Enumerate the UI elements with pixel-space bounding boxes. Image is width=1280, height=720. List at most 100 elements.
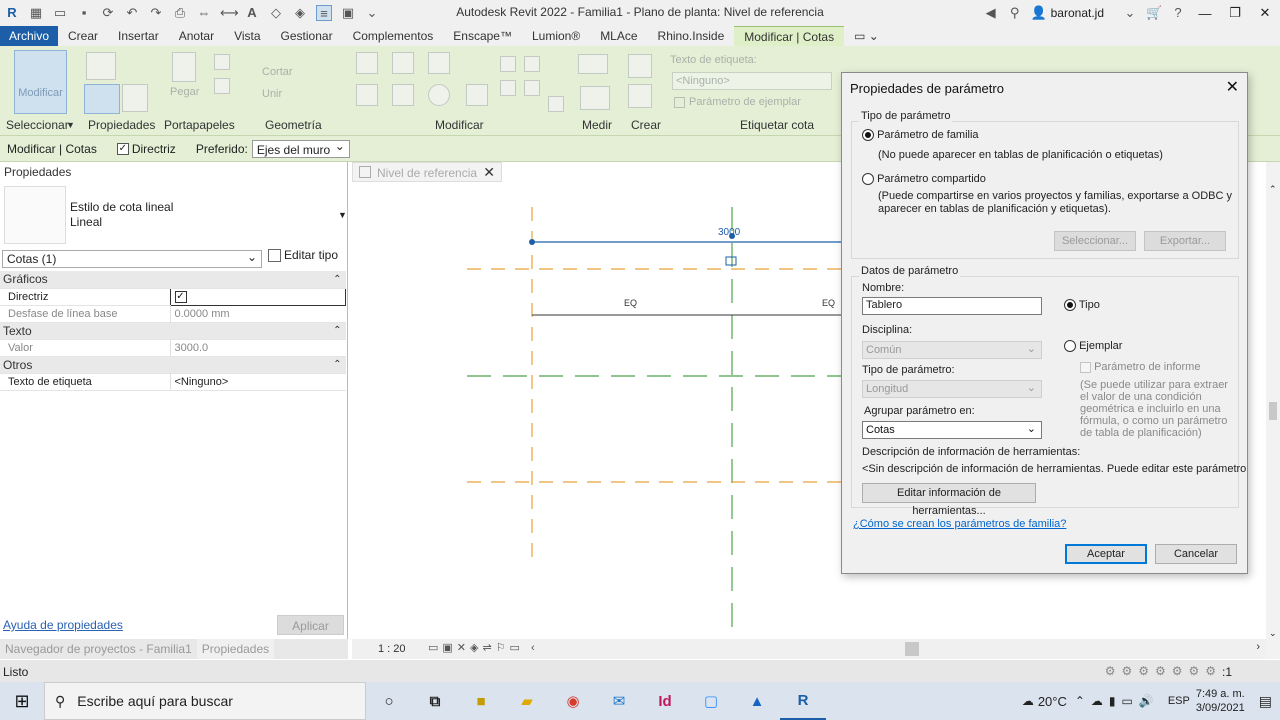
offset-icon[interactable] [392,52,414,74]
scroll-right-icon[interactable]: › [1256,641,1260,653]
preferred-select[interactable]: Ejes del muro [251,139,350,158]
join-label[interactable]: Unir [262,88,282,100]
collapse-icon[interactable]: ⌃ [170,271,346,289]
edit-tooltip-button[interactable]: Editar información de herramientas... [862,483,1036,517]
rotate-icon[interactable] [428,84,450,106]
view-controls-icons[interactable]: ▭▣✕◈⇌⚐▭ ‹ [428,641,539,654]
tab-enscape[interactable]: Enscape™ [443,26,522,46]
tab-gestionar[interactable]: Gestionar [271,26,343,46]
collapse-icon[interactable]: ⌃ [170,322,346,340]
indesign-icon[interactable]: Id [642,682,688,720]
clock[interactable]: 7:49 a. m. 3/09/2021 [1196,687,1245,715]
tab-mlace[interactable]: MLAce [590,26,647,46]
instance-radio[interactable]: Ejemplar [1064,340,1122,353]
checkbox-icon[interactable] [1080,361,1091,373]
cart-icon[interactable]: 🛒 [1146,5,1162,21]
apply-button[interactable]: Aplicar [277,615,344,635]
shared-parameter-radio[interactable]: Parámetro compartido [862,173,986,186]
collapse-icon[interactable]: ⌃ [170,356,346,374]
checkbox-checked-icon[interactable]: ✓ [174,291,187,303]
3d-view-icon[interactable]: ◇ [268,5,284,21]
type-properties-icon[interactable] [86,52,116,80]
align-icon[interactable] [356,52,378,74]
undo-icon[interactable]: ↶ [124,5,140,21]
temperature[interactable]: 20°C [1038,694,1067,709]
discipline-select[interactable]: Común ⌄ [862,341,1042,359]
group-parameter-select[interactable]: Cotas ⌄ [862,421,1042,439]
chrome-icon[interactable]: ◉ [550,682,596,720]
horizontal-scroll-thumb[interactable] [905,642,919,656]
modify-button[interactable]: Modificar [14,50,67,114]
tab-complementos[interactable]: Complementos [343,26,444,46]
paste-icon[interactable] [172,52,196,82]
create-group-icon[interactable] [628,84,652,108]
delete-icon[interactable] [548,96,564,112]
language[interactable]: ESP [1168,695,1190,707]
instance-parameter-checkbox[interactable]: Parámetro de ejemplar [674,96,801,108]
text-icon[interactable]: A [244,5,260,21]
ok-button[interactable]: Aceptar [1065,544,1147,564]
properties-icon[interactable] [84,84,120,114]
tab-archivo[interactable]: Archivo [0,26,59,46]
tray-icons[interactable]: ⌃☁▮▭🔊 [1075,694,1160,708]
leader-checkbox[interactable]: ✓ Directriz [116,142,176,156]
type-dropdown-icon[interactable]: ▼ [338,210,347,220]
tab-anotar[interactable]: Anotar [169,26,224,46]
print-icon[interactable]: ⎙ [172,5,188,21]
photos-icon[interactable]: ▲ [734,682,780,720]
revit-logo-icon[interactable]: R [4,5,20,21]
user-icon[interactable]: 👤 [1031,5,1047,21]
family-types-icon[interactable] [122,84,148,112]
radio-icon[interactable] [862,173,874,186]
measure-icon[interactable]: ⇔ [196,5,212,21]
leader-check-icon[interactable]: ✓ [116,143,129,156]
section-icon[interactable]: ◈ [292,5,308,21]
scroll-thumb[interactable] [1269,402,1277,420]
revit-taskbar-icon[interactable]: R [780,682,826,720]
weather-icon[interactable]: ☁ [1022,694,1034,708]
zoom-icon[interactable]: ▢ [688,682,734,720]
category-other[interactable]: Otros ⌃ [0,356,346,374]
cortana-icon[interactable]: ○ [366,682,412,720]
scroll-down-icon[interactable]: ⌄ [1269,628,1277,639]
label-select[interactable]: <Ninguno> [672,72,832,90]
notifications-icon[interactable]: ▤ [1259,693,1272,710]
view-scale[interactable]: 1 : 20 [378,643,406,655]
select-button[interactable]: Seleccionar... [1054,231,1136,251]
measure-ribbon-icon[interactable] [578,54,608,74]
scale-icon[interactable] [500,80,516,96]
tab-rhino-inside[interactable]: Rhino.Inside [648,26,735,46]
view-tab[interactable]: Nivel de referencia ✕ [352,162,502,182]
cope-icon[interactable] [214,54,230,70]
task-view-icon[interactable]: ⧉ [412,682,458,720]
radio-selected-icon[interactable] [862,129,874,142]
group-select-dropdown-icon[interactable]: ▼ [66,120,75,130]
sticky-notes-icon[interactable]: ■ [458,682,504,720]
tab-insertar[interactable]: Insertar [108,26,169,46]
split-icon[interactable] [500,56,516,72]
array-icon[interactable] [524,56,540,72]
edit-type-button[interactable]: Editar tipo [268,248,338,263]
file-explorer-icon[interactable]: ▰ [504,682,550,720]
pin-icon[interactable] [524,80,540,96]
instance-filter-select[interactable]: Cotas (1) ⌄ [2,250,262,268]
create-similar-icon[interactable] [628,54,652,78]
label-parameter-icon[interactable] [725,256,737,266]
cut-label[interactable]: Cortar [262,66,293,78]
open-icon[interactable]: ▭ [52,5,68,21]
parameter-type-select[interactable]: Longitud ⌄ [862,380,1042,398]
move-icon[interactable] [356,84,378,106]
type-radio[interactable]: Tipo [1064,299,1100,312]
export-button[interactable]: Exportar... [1144,231,1226,251]
report-parameter-checkbox[interactable]: Parámetro de informe [1080,361,1200,374]
close-window-button[interactable]: ✕ [1250,5,1280,21]
windows-start-icon[interactable]: ⊞ [0,691,44,712]
close-view-icon[interactable]: ✕ [483,164,495,181]
vertical-scrollbar[interactable]: ⌃ ⌄ [1266,162,1280,659]
cancel-button[interactable]: Cancelar [1155,544,1237,564]
back-icon[interactable]: ◀ [983,5,999,21]
scroll-up-icon[interactable]: ⌃ [1269,184,1277,195]
tab-lumion[interactable]: Lumion® [522,26,590,46]
sync-icon[interactable]: ⟳ [100,5,116,21]
minimize-button[interactable]: — [1190,6,1220,21]
